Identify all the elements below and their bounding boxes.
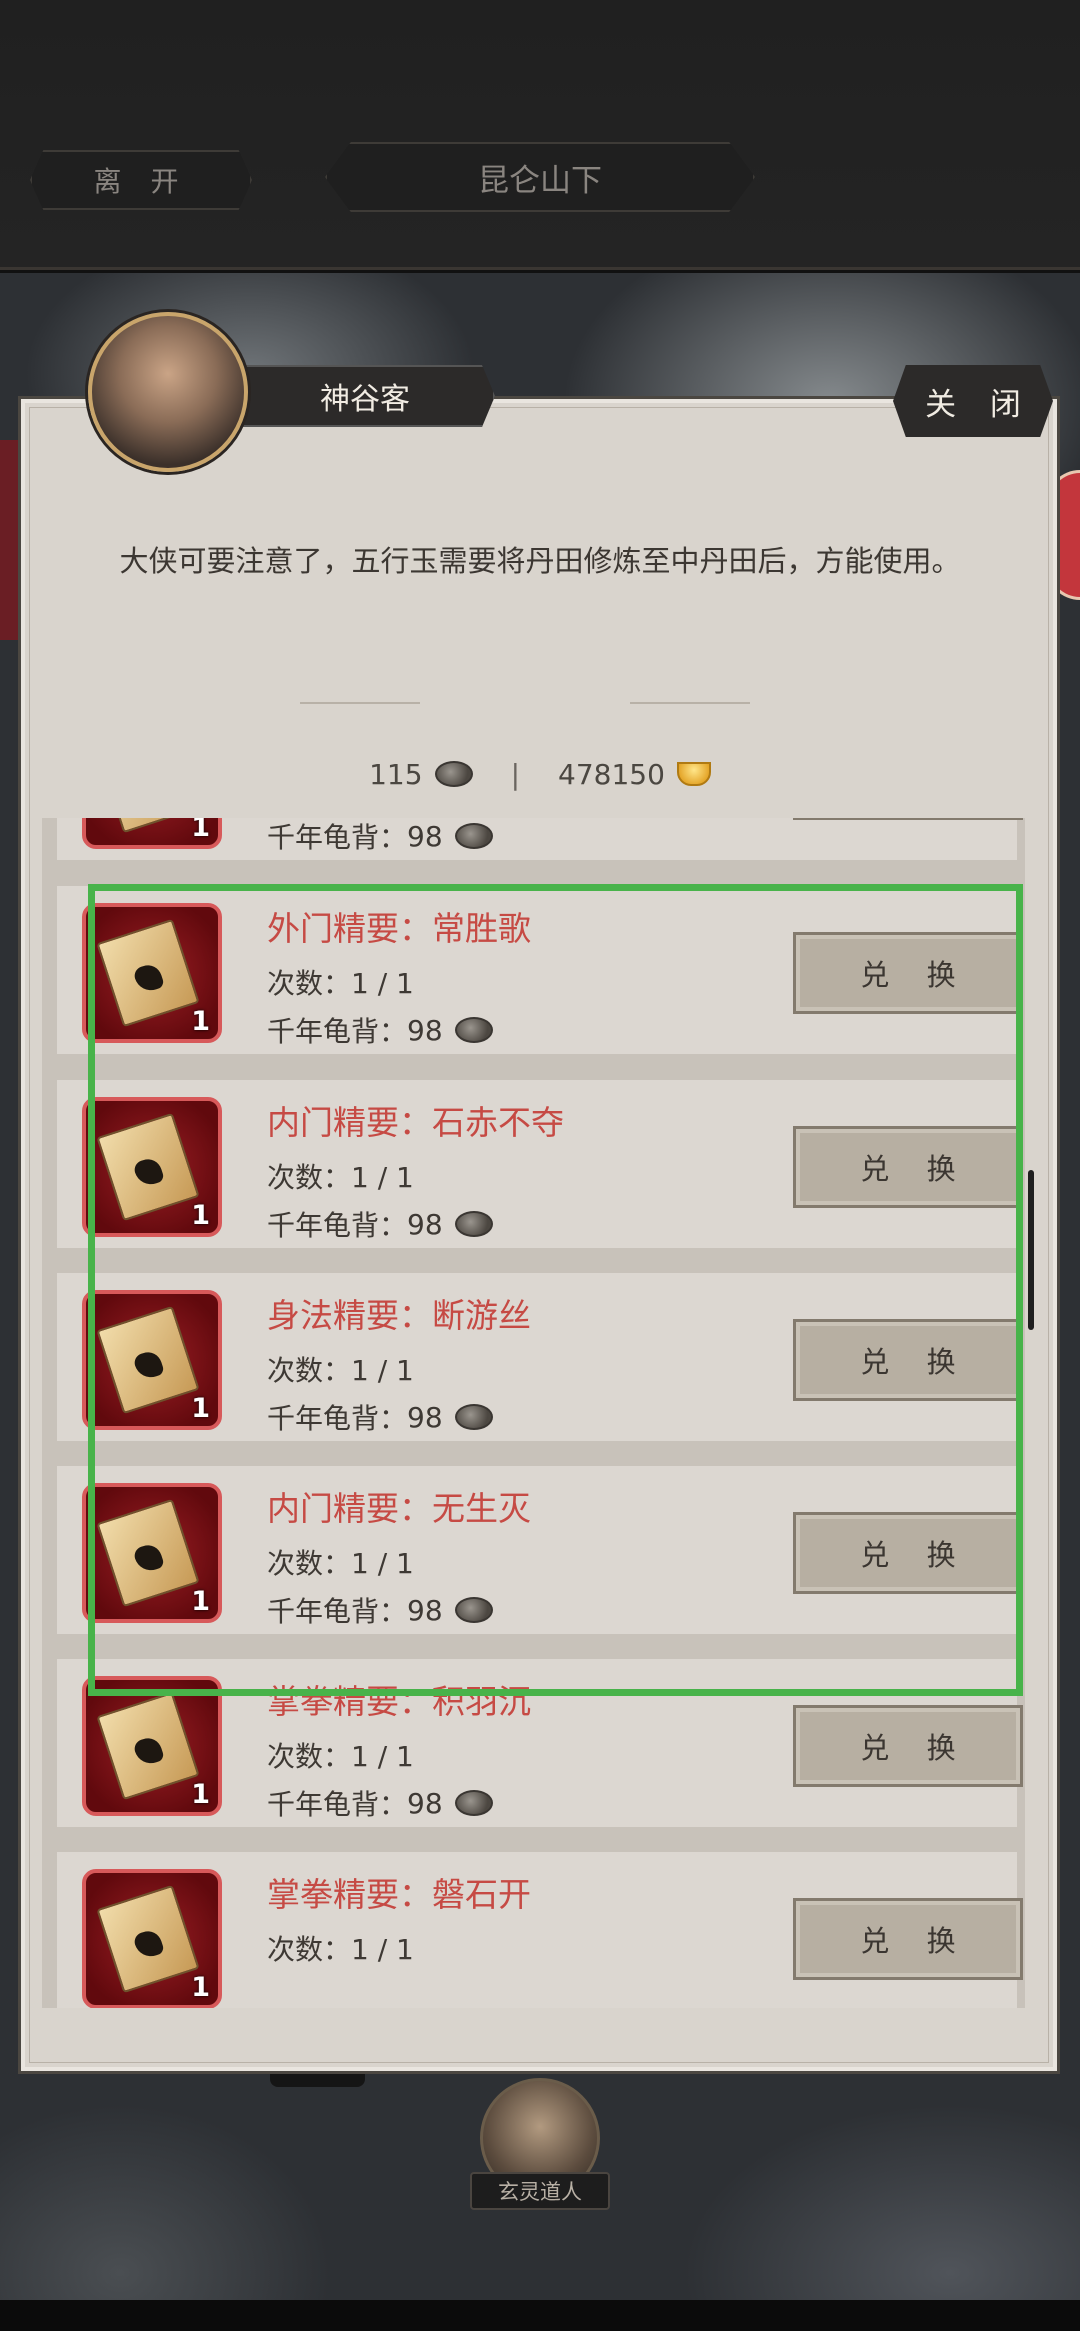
tortoise-shell-amount: 115 bbox=[369, 757, 423, 791]
item-title: 内门精要：石赤不夺 bbox=[267, 1103, 564, 1142]
list-item: 1 身法精要：断游丝 次数：1 / 1 千年龟背： 98 兑 换 bbox=[57, 1273, 1023, 1453]
tortoise-shell-icon bbox=[454, 1404, 493, 1430]
item-cost: 千年龟背： 98 bbox=[267, 1397, 493, 1437]
book-icon bbox=[96, 1112, 200, 1222]
currency-separator: | bbox=[510, 757, 520, 791]
location-title: 昆仑山下 bbox=[325, 142, 755, 212]
book-icon bbox=[96, 1498, 200, 1608]
leave-button[interactable]: 离 开 bbox=[30, 150, 252, 210]
tortoise-shell-icon bbox=[454, 1211, 493, 1237]
list-item: 1 千年龟背： 98 bbox=[57, 818, 1023, 872]
list-item: 1 内门精要：无生灭 次数：1 / 1 千年龟背： 98 兑 换 bbox=[57, 1466, 1023, 1646]
cost-value: 98 bbox=[407, 819, 443, 853]
tortoise-shell-icon bbox=[434, 761, 473, 787]
ornament-divider bbox=[300, 697, 780, 709]
item-cost: 千年龟背： 98 bbox=[267, 818, 493, 856]
item-icon[interactable]: 1 bbox=[82, 1097, 222, 1237]
item-quantity: 1 bbox=[191, 1779, 210, 1810]
item-icon[interactable]: 1 bbox=[82, 1290, 222, 1430]
item-icon[interactable]: 1 bbox=[82, 818, 222, 849]
exchange-list[interactable]: 1 千年龟背： 98 1 外门精要：常胜歌 次数：1 / 1 千年龟背： 98 … bbox=[42, 818, 1025, 2008]
cost-value: 98 bbox=[407, 1400, 443, 1434]
item-title: 外门精要：常胜歌 bbox=[267, 909, 531, 948]
item-icon[interactable]: 1 bbox=[82, 1483, 222, 1623]
item-quantity: 1 bbox=[191, 1006, 210, 1037]
speaker-avatar bbox=[88, 312, 248, 472]
cost-label: 千年龟背： bbox=[267, 1015, 408, 1048]
item-title: 掌拳精要：磐石开 bbox=[267, 1875, 531, 1914]
exchange-button[interactable]: 兑 换 bbox=[793, 1126, 1023, 1208]
npc-name-label: 玄灵道人 bbox=[470, 2172, 610, 2210]
cost-value: 98 bbox=[407, 1013, 443, 1047]
currency-bar: 115 | 478150 bbox=[0, 752, 1080, 796]
list-item: 1 内门精要：石赤不夺 次数：1 / 1 千年龟背： 98 兑 换 bbox=[57, 1080, 1023, 1260]
cost-label: 千年龟背： bbox=[267, 821, 408, 854]
item-quantity: 1 bbox=[191, 1972, 210, 2003]
close-button[interactable]: 关 闭 bbox=[893, 365, 1053, 437]
cost-value: 98 bbox=[407, 1207, 443, 1241]
book-icon bbox=[96, 1305, 200, 1415]
item-count: 次数：1 / 1 bbox=[267, 1740, 414, 1773]
book-icon bbox=[96, 1884, 200, 1994]
item-cost: 千年龟背： 98 bbox=[267, 1010, 493, 1050]
exchange-button[interactable]: 兑 换 bbox=[793, 932, 1023, 1014]
exchange-button[interactable]: 兑 换 bbox=[793, 1319, 1023, 1401]
item-icon[interactable]: 1 bbox=[82, 903, 222, 1043]
item-count: 次数：1 / 1 bbox=[267, 1354, 414, 1387]
top-bar: 离 开 昆仑山下 bbox=[0, 0, 1080, 270]
item-quantity: 1 bbox=[191, 1393, 210, 1424]
item-cost: 千年龟背： 98 bbox=[267, 1204, 493, 1244]
tortoise-shell-icon bbox=[454, 1790, 493, 1816]
dialog-message: 大侠可要注意了，五行玉需要将丹田修炼至中丹田后，方能使用。 bbox=[119, 544, 961, 578]
list-item: 1 外门精要：常胜歌 次数：1 / 1 千年龟背： 98 兑 换 bbox=[57, 886, 1023, 1066]
book-icon bbox=[96, 918, 200, 1028]
list-item: 1 掌拳精要：磐石开 次数：1 / 1 兑 换 bbox=[57, 1852, 1023, 2008]
item-count: 次数：1 / 1 bbox=[267, 1547, 414, 1580]
item-icon[interactable]: 1 bbox=[82, 1676, 222, 1816]
cost-value: 98 bbox=[407, 1786, 443, 1820]
item-cost: 千年龟背： 98 bbox=[267, 1783, 493, 1823]
exchange-button[interactable]: 兑 换 bbox=[793, 1898, 1023, 1980]
item-quantity: 1 bbox=[191, 818, 210, 843]
exchange-button[interactable] bbox=[793, 818, 1023, 820]
item-quantity: 1 bbox=[191, 1200, 210, 1231]
book-icon bbox=[96, 818, 200, 834]
tortoise-shell-icon bbox=[454, 1017, 493, 1043]
gold-amount: 478150 bbox=[558, 757, 665, 791]
tortoise-shell-icon bbox=[454, 1597, 493, 1623]
cost-label: 千年龟背： bbox=[267, 1402, 408, 1435]
gold-ingot-icon bbox=[676, 762, 711, 786]
item-title: 掌拳精要：积羽沉 bbox=[267, 1682, 531, 1721]
item-title: 内门精要：无生灭 bbox=[267, 1489, 531, 1528]
item-icon[interactable]: 1 bbox=[82, 1869, 222, 2008]
list-item: 1 掌拳精要：积羽沉 次数：1 / 1 千年龟背： 98 兑 换 bbox=[57, 1659, 1023, 1839]
cost-label: 千年龟背： bbox=[267, 1788, 408, 1821]
exchange-button[interactable]: 兑 换 bbox=[793, 1512, 1023, 1594]
exchange-button[interactable]: 兑 换 bbox=[793, 1705, 1023, 1787]
list-scrollbar[interactable] bbox=[1028, 1170, 1034, 1330]
navigation-bar bbox=[0, 2300, 1080, 2331]
item-quantity: 1 bbox=[191, 1586, 210, 1617]
cost-value: 98 bbox=[407, 1593, 443, 1627]
item-title: 身法精要：断游丝 bbox=[267, 1296, 531, 1335]
item-cost: 千年龟背： 98 bbox=[267, 1590, 493, 1630]
speaker-name: 神谷客 bbox=[235, 365, 495, 427]
item-count: 次数：1 / 1 bbox=[267, 1161, 414, 1194]
tortoise-shell-icon bbox=[454, 823, 493, 849]
cost-label: 千年龟背： bbox=[267, 1595, 408, 1628]
item-count: 次数：1 / 1 bbox=[267, 967, 414, 1000]
item-count: 次数：1 / 1 bbox=[267, 1933, 414, 1966]
book-icon bbox=[96, 1691, 200, 1801]
cost-label: 千年龟背： bbox=[267, 1209, 408, 1242]
